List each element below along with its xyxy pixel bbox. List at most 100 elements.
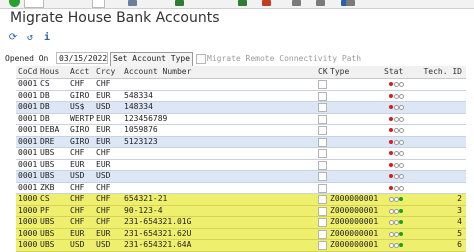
company-code-cell: 0001 (18, 125, 38, 134)
ck-checkbox[interactable] (318, 137, 327, 147)
off-light-icon (399, 116, 404, 122)
off-light-icon (399, 105, 404, 110)
table-row[interactable]: 0001 UBS CHF CHF (16, 148, 466, 160)
house-bank-cell: DRE (40, 136, 55, 146)
account-id-cell: CHF (70, 148, 85, 157)
table-body: 0001 CS CHF CHF 0001 DB GIRO EUR 548334 0001 DB US$… (16, 79, 466, 252)
ck-checkbox[interactable] (318, 91, 327, 101)
table-row[interactable]: 1000 CS CHF CHF 654321-21 Z000000001 2 (16, 194, 466, 206)
info-icon[interactable]: i (41, 32, 53, 44)
col-status[interactable]: Stat (384, 66, 403, 78)
status-traffic-light-icon (389, 116, 405, 122)
company-code-cell: 0001 (18, 102, 38, 111)
cancel-icon[interactable] (262, 0, 271, 6)
settings-icon[interactable] (346, 0, 355, 6)
migrate-connectivity-label: Migrate Remote Connectivity Path (207, 54, 362, 63)
table-header: CoCd Hous Acct Crcy Account Number CK Ty… (16, 66, 466, 79)
currency-cell: EUR (96, 136, 111, 146)
account-number-cell: 231-654321.01G (124, 217, 192, 226)
account-id-cell: CHF (70, 182, 85, 192)
set-account-type-button[interactable]: Set Account Type (110, 52, 194, 67)
tech-id-cell: 6 (457, 240, 462, 249)
house-bank-cell: UBS (40, 228, 55, 238)
house-bank-cell: DB (40, 102, 50, 111)
account-number-cell: 231-654321.64A (124, 240, 192, 249)
migrate-connectivity-checkbox[interactable] (196, 54, 206, 64)
status-traffic-light-icon (389, 162, 405, 168)
enter-check-icon[interactable] (9, 0, 20, 7)
ck-checkbox[interactable] (318, 149, 327, 158)
status-traffic-light-icon (389, 197, 405, 202)
status-traffic-light-icon (389, 208, 405, 214)
table-row[interactable]: 0001 ZKB CHF CHF (16, 182, 466, 194)
table-row[interactable]: 0001 DB US$ USD 148334 (16, 102, 466, 114)
house-bank-cell: UBS (40, 171, 55, 180)
save-icon[interactable] (128, 0, 137, 6)
ck-checkbox[interactable] (318, 206, 327, 216)
table-row[interactable]: 1000 UBS USD USD 231-654321.64A Z000000001 6 (16, 240, 466, 252)
ck-checkbox[interactable] (318, 160, 327, 170)
status-traffic-light-icon (389, 220, 405, 225)
col-ck[interactable]: CK (318, 66, 328, 78)
table-row[interactable]: 1000 PF CHF CHF 90-123-4 Z000000001 3 (16, 205, 466, 217)
back-icon[interactable] (175, 0, 184, 6)
execute-icon[interactable]: ⟳ (7, 32, 19, 44)
off-light-icon (399, 93, 404, 99)
ck-checkbox[interactable] (318, 218, 327, 227)
ck-checkbox[interactable] (318, 103, 327, 112)
find-icon[interactable] (316, 0, 325, 6)
col-house-bank[interactable]: Hous (40, 66, 59, 78)
tech-id-cell: 2 (457, 194, 462, 203)
ck-checkbox[interactable] (318, 80, 327, 89)
green-light-icon (399, 243, 403, 247)
company-code-cell: 0001 (18, 79, 38, 88)
account-number-cell: 148334 (124, 102, 153, 111)
type-cell: Z000000001 (330, 240, 379, 249)
ck-checkbox[interactable] (318, 241, 327, 250)
table-row[interactable]: 0001 UBS EUR EUR (16, 159, 466, 171)
table-row[interactable]: 0001 DRE GIRO EUR 5123123 (16, 136, 466, 148)
table-row[interactable]: 0001 DB WERTP EUR 123456789 (16, 113, 466, 125)
refresh-icon[interactable]: ↺ (24, 32, 36, 44)
red-light-icon (389, 105, 393, 109)
company-code-cell: 1000 (18, 194, 38, 203)
exit-icon[interactable] (238, 0, 247, 6)
house-bank-cell: DB (40, 90, 50, 100)
green-light-icon (399, 231, 403, 236)
table-row[interactable]: 0001 DEBA GIRO EUR 1059876 (16, 125, 466, 137)
col-account-number[interactable]: Account Number (124, 66, 191, 78)
ck-checkbox[interactable] (318, 172, 327, 181)
col-type[interactable]: Type (330, 66, 349, 78)
currency-cell: CHF (96, 194, 111, 203)
company-code-cell: 1000 (18, 240, 38, 249)
red-light-icon (389, 139, 393, 144)
ck-checkbox[interactable] (318, 229, 327, 239)
table-row[interactable]: 1000 UBS EUR EUR 231-654321.62U Z000000001 5 (16, 228, 466, 240)
status-traffic-light-icon (389, 174, 405, 179)
off-light-icon (399, 128, 404, 133)
table-row[interactable]: 1000 UBS CHF CHF 231-654321.01G Z000000001 4 (16, 217, 466, 229)
ck-checkbox[interactable] (318, 126, 327, 135)
col-account-id[interactable]: Acct (70, 66, 89, 78)
print-icon[interactable] (292, 0, 301, 6)
table-row[interactable]: 0001 CS CHF CHF (16, 79, 466, 91)
command-dropdown[interactable] (92, 0, 105, 8)
status-traffic-light-icon (389, 185, 405, 191)
col-tech-id[interactable]: Tech. ID (423, 66, 462, 78)
currency-cell: CHF (96, 217, 111, 226)
red-light-icon (389, 151, 393, 155)
opened-on-field[interactable]: 03/15/2022 (56, 52, 108, 64)
company-code-cell: 0001 (18, 113, 38, 123)
table-row[interactable]: 0001 UBS USD USD (16, 171, 466, 183)
status-traffic-light-icon (389, 139, 405, 145)
status-traffic-light-icon (389, 231, 405, 237)
ck-checkbox[interactable] (318, 114, 327, 124)
account-id-cell: CHF (70, 217, 85, 226)
table-row[interactable]: 0001 DB GIRO EUR 548334 (16, 90, 466, 102)
command-field[interactable] (24, 0, 44, 8)
col-cocd[interactable]: CoCd (18, 66, 37, 78)
ck-checkbox[interactable] (318, 195, 327, 204)
col-currency[interactable]: Crcy (96, 66, 115, 78)
ck-checkbox[interactable] (318, 183, 327, 193)
account-id-cell: CHF (70, 79, 85, 88)
